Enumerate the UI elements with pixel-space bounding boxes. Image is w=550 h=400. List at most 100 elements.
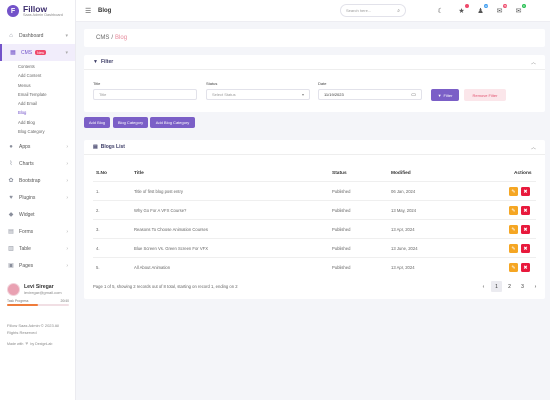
delete-icon[interactable]: ✖ xyxy=(521,225,530,234)
sidebar-item-plugins[interactable]: ♥ Plugins › xyxy=(0,189,75,206)
sidebar-item-cms[interactable]: ▦ CMS New ▾ xyxy=(0,44,75,61)
table-row: 2. Why Go For A VFX Course? Published 13… xyxy=(93,200,536,219)
copyright: Fillow Saas Admin © 2023 All Rights Rese… xyxy=(7,323,60,335)
bell-icon[interactable]: ♟ 12 xyxy=(476,4,488,15)
brand[interactable]: F Fillow Saas Admin Dashboard xyxy=(0,0,75,22)
chevron-up-icon[interactable]: ︿ xyxy=(531,144,536,151)
filter-header[interactable]: ▼ Filter ︿ xyxy=(84,55,545,70)
page-title: Blog xyxy=(98,7,112,14)
sidebar: F Fillow Saas Admin Dashboard ⌂ Dashboar… xyxy=(0,0,76,400)
pages-icon: ▣ xyxy=(8,263,14,270)
email-icon[interactable]: ✉ 8 xyxy=(514,4,526,15)
menu-icon[interactable]: ☰ xyxy=(85,7,93,15)
user-email: leviregar@gmail.com xyxy=(24,290,62,295)
title-label: Title xyxy=(93,81,101,86)
chat-count: 76 xyxy=(503,4,507,8)
delete-icon[interactable]: ✖ xyxy=(521,263,530,272)
submenu-item-menus[interactable]: Menus xyxy=(18,81,75,90)
add-blog-category-button[interactable]: Add Blog Category xyxy=(150,117,195,128)
search-input[interactable]: Search here... ⌕ xyxy=(340,4,406,17)
sidebar-item-widget[interactable]: ◆ Widget xyxy=(0,206,75,223)
calendar-icon[interactable]: ▭ xyxy=(411,92,416,98)
chevron-right-icon: › xyxy=(66,245,68,252)
delete-icon[interactable]: ✖ xyxy=(521,206,530,215)
brand-name: Fillow xyxy=(23,4,48,14)
sidebar-item-forms[interactable]: ▤ Forms › xyxy=(0,223,75,240)
document-icon: ▤ xyxy=(93,144,98,150)
blog-category-button[interactable]: Blog Category xyxy=(113,117,148,128)
cell-modified: 06 Jan, 2024 xyxy=(391,189,416,194)
filter-button[interactable]: ▼ Filter xyxy=(431,89,459,101)
status-value: Select Status xyxy=(212,92,236,97)
chevron-up-icon[interactable]: ︿ xyxy=(531,59,536,66)
pagination-page-1[interactable]: 1 xyxy=(491,281,502,292)
cms-submenu: Contents Add Content Menus Email Templat… xyxy=(0,61,75,138)
pagination-next[interactable]: › xyxy=(530,281,541,292)
pagination-page-2[interactable]: 2 xyxy=(504,281,515,292)
date-input[interactable]: 11/19/2023 ▭ xyxy=(318,89,422,100)
pagination-prev[interactable]: ‹ xyxy=(478,281,489,292)
remove-filter-button[interactable]: Remove Filter xyxy=(464,89,506,101)
chevron-right-icon: › xyxy=(66,177,68,184)
submenu-item-email-template[interactable]: Email Template xyxy=(18,90,75,99)
sidebar-item-bootstrap[interactable]: ✿ Bootstrap › xyxy=(0,172,75,189)
status-label: Status xyxy=(206,81,218,86)
column-sno: S.No xyxy=(96,171,107,176)
edit-icon[interactable]: ✎ xyxy=(509,244,518,253)
submenu-item-contents[interactable]: Contents xyxy=(18,62,75,71)
chevron-right-icon: › xyxy=(66,228,68,235)
sidebar-item-label: Table xyxy=(19,245,31,252)
sidebar-item-table[interactable]: ▥ Table › xyxy=(0,240,75,257)
delete-icon[interactable]: ✖ xyxy=(521,187,530,196)
title-input[interactable]: Title xyxy=(93,89,197,100)
edit-icon[interactable]: ✎ xyxy=(509,187,518,196)
table-icon: ▥ xyxy=(8,246,14,253)
cell-modified: 13 Apr, 2024 xyxy=(391,265,415,270)
edit-icon[interactable]: ✎ xyxy=(509,225,518,234)
delete-icon[interactable]: ✖ xyxy=(521,244,530,253)
sidebar-item-dashboard[interactable]: ⌂ Dashboard ▾ xyxy=(0,27,75,44)
submenu-item-add-blog[interactable]: Add Blog xyxy=(18,118,75,127)
edit-icon[interactable]: ✎ xyxy=(509,263,518,272)
cell-sno: 1. xyxy=(96,189,100,194)
chevron-down-icon: ▾ xyxy=(301,92,304,97)
breadcrumb-root[interactable]: CMS xyxy=(96,35,109,41)
submenu-item-add-content[interactable]: Add Content xyxy=(18,71,75,80)
submenu-item-blog-category[interactable]: Blog Category xyxy=(18,127,75,136)
task-progress-value: 20/40 xyxy=(60,299,70,303)
blog-category-label: Blog Category xyxy=(117,120,144,125)
made-with: Made with ♥ by DexignLab xyxy=(7,341,52,347)
avatar[interactable] xyxy=(7,283,20,296)
search-icon: ⌕ xyxy=(397,7,400,14)
sidebar-item-label: Plugins xyxy=(19,194,36,201)
filter-icon: ▼ xyxy=(437,92,442,98)
moon-icon[interactable]: ☾ xyxy=(436,6,445,15)
chevron-down-icon: ▾ xyxy=(65,49,68,56)
cell-status: Published xyxy=(332,227,351,232)
sidebar-item-label: Apps xyxy=(19,143,31,150)
pagination-page-3[interactable]: 3 xyxy=(517,281,528,292)
chat-icon[interactable]: ✉ 76 xyxy=(495,4,507,15)
sidebar-item-apps[interactable]: ● Apps › xyxy=(0,138,75,155)
breadcrumb: CMS / Blog xyxy=(84,29,545,47)
submenu-item-blog[interactable]: Blog xyxy=(18,108,75,117)
status-select[interactable]: Select Status ▾ xyxy=(206,89,310,100)
cell-status: Published xyxy=(332,265,351,270)
blogs-list-header[interactable]: ▤ Blogs List ︿ xyxy=(84,140,545,155)
sidebar-item-label: Pages xyxy=(19,262,34,269)
sidebar-item-charts[interactable]: ⌇ Charts › xyxy=(0,155,75,172)
task-progress-label: Task Progress xyxy=(7,299,29,303)
sidebar-nav: ⌂ Dashboard ▾ ▦ CMS New ▾ Contents Add C… xyxy=(0,27,75,274)
widget-icon: ◆ xyxy=(8,212,14,219)
column-modified: Modified xyxy=(391,171,411,176)
search-placeholder: Search here... xyxy=(346,8,372,13)
cell-title: Why Go For A VFX Course? xyxy=(134,208,187,213)
star-icon[interactable]: ★ xyxy=(457,4,469,15)
forms-icon: ▤ xyxy=(8,229,14,236)
add-blog-button[interactable]: Add Blog xyxy=(84,117,110,128)
edit-icon[interactable]: ✎ xyxy=(509,206,518,215)
home-icon: ⌂ xyxy=(9,32,13,39)
cell-status: Published xyxy=(332,189,351,194)
sidebar-item-pages[interactable]: ▣ Pages › xyxy=(0,257,75,274)
submenu-item-add-email[interactable]: Add Email xyxy=(18,99,75,108)
